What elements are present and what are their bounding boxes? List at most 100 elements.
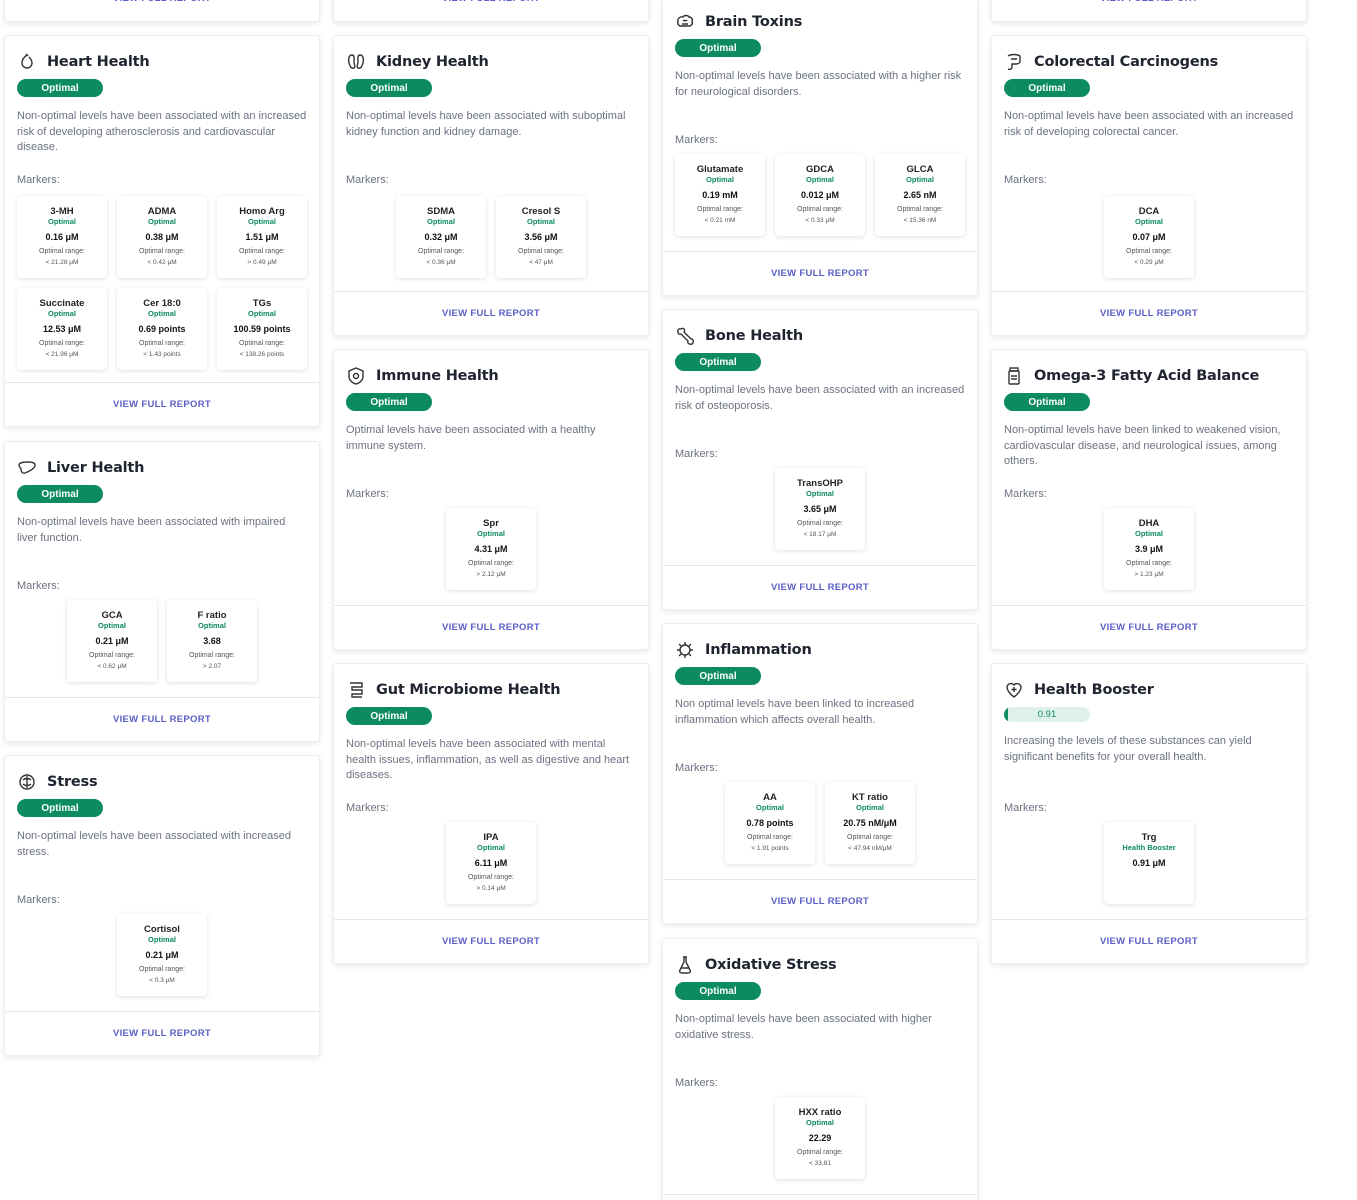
marker-card[interactable]: ADMA Optimal 0.38 μM Optimal range: < 0.42 μ… bbox=[117, 196, 207, 278]
card-footer: VIEW FULL REPORT bbox=[5, 697, 319, 741]
card-description: Non optimal levels have been linked to i… bbox=[675, 698, 915, 726]
marker-card[interactable]: DCA Optimal 0.07 μM Optimal range: < 0.29 μM bbox=[1104, 196, 1194, 278]
view-full-report-link[interactable]: VIEW FULL REPORT bbox=[1100, 308, 1198, 319]
view-full-report-link[interactable]: VIEW FULL REPORT bbox=[442, 308, 540, 319]
marker-card[interactable]: TGs Optimal 100.59 points Optimal range: < 1… bbox=[217, 288, 307, 370]
marker-range-value: < 138.26 points bbox=[239, 351, 285, 358]
marker-card[interactable]: GCA Optimal 0.21 μM Optimal range: < 0.62 μM bbox=[67, 600, 157, 682]
card-title: Kidney Health bbox=[376, 54, 489, 70]
marker-card[interactable]: HXX ratio Optimal 22.29 Optimal range: < 33.… bbox=[775, 1097, 865, 1179]
marker-range-label: Optimal range: bbox=[1126, 560, 1172, 567]
flask-icon bbox=[675, 955, 695, 975]
marker-value: 0.38 μM bbox=[145, 232, 179, 242]
marker-card[interactable]: SDMA Optimal 0.32 μM Optimal range: < 0.36 μ… bbox=[396, 196, 486, 278]
marker-range-value: > 2.12 μM bbox=[476, 571, 506, 578]
marker-range-label: Optimal range: bbox=[189, 652, 235, 659]
marker-range-label: Optimal range: bbox=[468, 560, 514, 567]
marker-range-label: Optimal range: bbox=[518, 248, 564, 255]
marker-card[interactable]: GLCA Optimal 2.65 nM Optimal range: < 15.36 … bbox=[875, 154, 965, 236]
status-badge: Optimal bbox=[17, 79, 103, 97]
card-liver-health: Liver Health Optimal Non-optimal levels … bbox=[4, 441, 320, 742]
view-full-report-link[interactable]: VIEW FULL REPORT bbox=[771, 268, 869, 279]
card-immune-health: Immune Health Optimal Optimal levels hav… bbox=[333, 349, 649, 650]
marker-status: Optimal bbox=[48, 217, 76, 226]
card-description: Non-optimal levels have been associated … bbox=[17, 110, 307, 153]
view-full-report-link[interactable]: VIEW FULL REPORT bbox=[1100, 0, 1198, 4]
view-full-report-link[interactable]: VIEW FULL REPORT bbox=[113, 399, 211, 410]
marker-card[interactable]: AA Optimal 0.78 points Optimal range: < 1.91… bbox=[725, 782, 815, 864]
markers-grid: AA Optimal 0.78 points Optimal range: < 1.91… bbox=[663, 782, 977, 864]
markers-grid: Glutamate Optimal 0.19 mM Optimal range: < 0… bbox=[663, 154, 977, 236]
marker-name: IPA bbox=[483, 832, 499, 843]
marker-status: Optimal bbox=[148, 217, 176, 226]
view-full-report-link[interactable]: VIEW FULL REPORT bbox=[113, 1028, 211, 1039]
view-full-report-link[interactable]: VIEW FULL REPORT bbox=[113, 0, 211, 4]
marker-card[interactable]: Succinate Optimal 12.53 μM Optimal range: < … bbox=[17, 288, 107, 370]
card-title: Liver Health bbox=[47, 460, 145, 476]
marker-name: Cresol S bbox=[521, 206, 561, 217]
card-gut-microbiome-health: Gut Microbiome Health Optimal Non-optima… bbox=[333, 663, 649, 964]
card-title: Bone Health bbox=[705, 328, 803, 344]
view-full-report-link[interactable]: VIEW FULL REPORT bbox=[1100, 936, 1198, 947]
marker-card[interactable]: Cortisol Optimal 0.21 μM Optimal range: < 0.… bbox=[117, 914, 207, 996]
marker-card[interactable]: Glutamate Optimal 0.19 mM Optimal range: < 0… bbox=[675, 154, 765, 236]
card-description: Non-optimal levels have been associated … bbox=[346, 110, 626, 138]
supplement-bottle-icon bbox=[1004, 366, 1024, 386]
status-badge: Optimal bbox=[1004, 393, 1090, 411]
marker-card[interactable]: KT ratio Optimal 20.75 nM/μM Optimal range:… bbox=[825, 782, 915, 864]
markers-label: Markers: bbox=[675, 448, 718, 460]
markers-grid: GCA Optimal 0.21 μM Optimal range: < 0.62 μM… bbox=[5, 600, 319, 682]
view-full-report-link[interactable]: VIEW FULL REPORT bbox=[771, 582, 869, 593]
markers-label: Markers: bbox=[1004, 488, 1047, 500]
card-description: Non-optimal levels have been associated … bbox=[17, 516, 286, 544]
marker-range-label: Optimal range: bbox=[747, 834, 793, 841]
marker-card[interactable]: Trg Health Booster 0.91 μM bbox=[1104, 822, 1194, 904]
marker-range-value: < 33.81 bbox=[809, 1160, 831, 1167]
marker-card[interactable]: Homo Arg Optimal 1.51 μM Optimal range: > 0.… bbox=[217, 196, 307, 278]
card-description: Non-optimal levels have been associated … bbox=[1004, 110, 1294, 138]
marker-status: Optimal bbox=[477, 843, 505, 852]
view-full-report-link[interactable]: VIEW FULL REPORT bbox=[442, 936, 540, 947]
marker-status: Optimal bbox=[48, 309, 76, 318]
card-footer: VIEW FULL REPORT bbox=[5, 1011, 319, 1055]
markers-grid: HXX ratio Optimal 22.29 Optimal range: < 33.… bbox=[663, 1097, 977, 1179]
marker-status: Optimal bbox=[706, 175, 734, 184]
marker-card[interactable]: IPA Optimal 6.11 μM Optimal range: > 0.14 μM bbox=[446, 822, 536, 904]
view-full-report-link[interactable]: VIEW FULL REPORT bbox=[771, 896, 869, 907]
booster-score-value: 0.91 bbox=[1037, 709, 1057, 720]
heart-icon bbox=[17, 52, 37, 72]
marker-status: Optimal bbox=[1135, 217, 1163, 226]
view-full-report-link[interactable]: VIEW FULL REPORT bbox=[442, 622, 540, 633]
marker-card[interactable]: GDCA Optimal 0.012 μM Optimal range: < 0.33 … bbox=[775, 154, 865, 236]
marker-range-label: Optimal range: bbox=[239, 340, 285, 347]
marker-name: KT ratio bbox=[852, 792, 888, 803]
marker-status: Optimal bbox=[248, 217, 276, 226]
marker-range-value: < 47.94 nM/μM bbox=[848, 845, 892, 852]
marker-status: Optimal bbox=[527, 217, 555, 226]
marker-range-label: Optimal range: bbox=[847, 834, 893, 841]
marker-value: 0.32 μM bbox=[424, 232, 458, 242]
markers-grid: Spr Optimal 4.31 μM Optimal range: > 2.12 μM bbox=[334, 508, 648, 590]
marker-card[interactable]: Cer 18:0 Optimal 0.69 points Optimal range:… bbox=[117, 288, 207, 370]
marker-card[interactable]: 3-MH Optimal 0.16 μM Optimal range: < 21.28 … bbox=[17, 196, 107, 278]
marker-card[interactable]: F ratio Optimal 3.68 Optimal range: > 2.07 bbox=[167, 600, 257, 682]
view-full-report-link[interactable]: VIEW FULL REPORT bbox=[1100, 622, 1198, 633]
markers-label: Markers: bbox=[346, 488, 389, 500]
marker-card[interactable]: Cresol S Optimal 3.56 μM Optimal range: < 47… bbox=[496, 196, 586, 278]
marker-status: Optimal bbox=[198, 621, 226, 630]
marker-range-label: Optimal range: bbox=[139, 248, 185, 255]
marker-value: 0.07 μM bbox=[1132, 232, 1166, 242]
view-full-report-link[interactable]: VIEW FULL REPORT bbox=[113, 714, 211, 725]
marker-card[interactable]: DHA Optimal 3.9 μM Optimal range: > 1.23 μM bbox=[1104, 508, 1194, 590]
marker-card[interactable]: TransOHP Optimal 3.65 μM Optimal range: < 18… bbox=[775, 468, 865, 550]
markers-label: Markers: bbox=[675, 134, 718, 146]
marker-status: Optimal bbox=[98, 621, 126, 630]
view-full-report-link[interactable]: VIEW FULL REPORT bbox=[442, 0, 540, 4]
card-footer: VIEW FULL REPORT bbox=[334, 605, 648, 649]
markers-label: Markers: bbox=[17, 580, 60, 592]
card-title: Omega-3 Fatty Acid Balance bbox=[1034, 368, 1260, 384]
marker-value: 22.29 bbox=[808, 1133, 832, 1143]
marker-status: Optimal bbox=[1135, 529, 1163, 538]
card-title: Gut Microbiome Health bbox=[376, 682, 561, 698]
marker-card[interactable]: Spr Optimal 4.31 μM Optimal range: > 2.12 μM bbox=[446, 508, 536, 590]
